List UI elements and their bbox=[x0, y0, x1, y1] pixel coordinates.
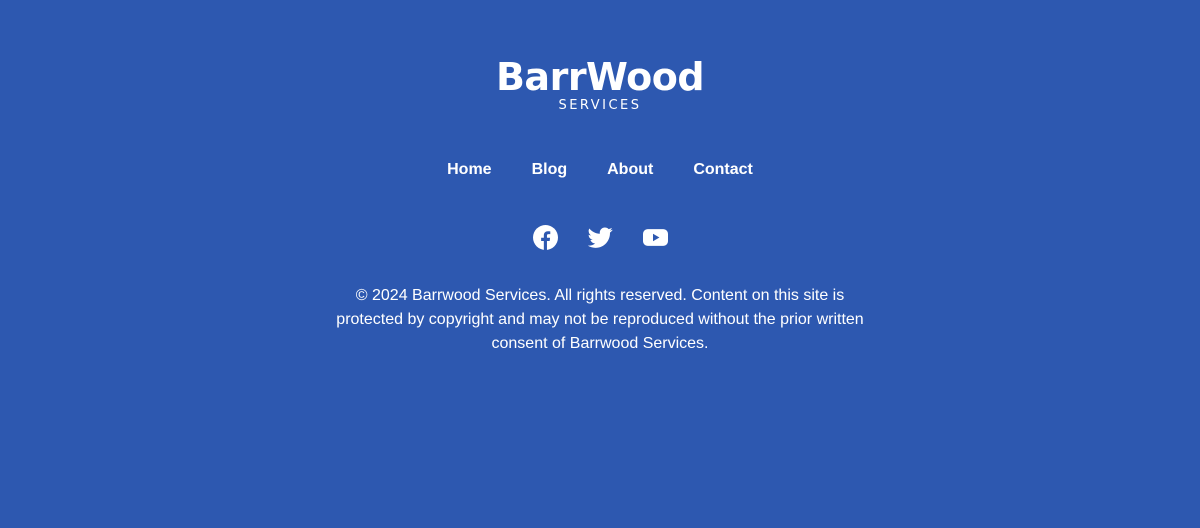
nav-link-contact[interactable]: Contact bbox=[693, 159, 753, 181]
brand-logo[interactable]: BarrWood SERVICES bbox=[0, 56, 1200, 114]
facebook-link[interactable] bbox=[532, 225, 558, 250]
footer-nav: Home Blog About Contact bbox=[0, 159, 1200, 181]
facebook-icon bbox=[532, 225, 558, 250]
nav-link-home[interactable]: Home bbox=[447, 159, 491, 181]
brand-tagline: SERVICES bbox=[558, 98, 642, 113]
youtube-icon bbox=[642, 229, 668, 246]
copyright-text: © 2024 Barrwood Services. All rights res… bbox=[336, 287, 864, 352]
social-links bbox=[0, 225, 1200, 250]
twitter-icon bbox=[587, 227, 613, 248]
youtube-link[interactable] bbox=[642, 225, 668, 250]
site-footer: BarrWood SERVICES Home Blog About Contac… bbox=[0, 0, 1200, 528]
nav-link-about[interactable]: About bbox=[607, 159, 653, 181]
twitter-link[interactable] bbox=[587, 225, 613, 250]
brand-name: BarrWood bbox=[495, 55, 705, 99]
nav-link-blog[interactable]: Blog bbox=[532, 159, 568, 181]
